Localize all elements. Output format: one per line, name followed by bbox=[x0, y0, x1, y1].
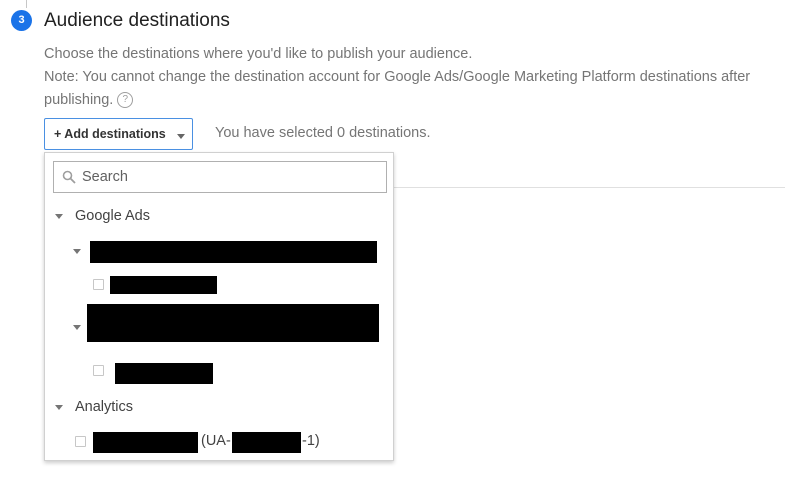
search-icon bbox=[62, 170, 76, 184]
chevron-down-icon bbox=[177, 134, 185, 139]
redacted-destination-name bbox=[115, 363, 213, 384]
destination-checkbox[interactable] bbox=[93, 279, 104, 290]
step-connector-line bbox=[26, 0, 27, 8]
step-number-badge: 3 bbox=[11, 10, 32, 31]
expand-analytics-icon[interactable] bbox=[55, 405, 63, 410]
add-destinations-label: + Add destinations bbox=[54, 127, 166, 141]
analytics-property-checkbox[interactable] bbox=[75, 436, 86, 447]
redacted-account-name bbox=[87, 304, 379, 342]
description-line-2: Note: You cannot change the destination … bbox=[44, 66, 784, 112]
selected-count-text: You have selected 0 destinations. bbox=[215, 125, 431, 141]
description-note: Note: You cannot change the destination … bbox=[44, 69, 751, 108]
property-id-prefix: (UA- bbox=[201, 433, 231, 449]
search-field[interactable] bbox=[53, 161, 387, 193]
group-label-google-ads[interactable]: Google Ads bbox=[75, 208, 150, 224]
group-label-analytics[interactable]: Analytics bbox=[75, 399, 133, 415]
destination-checkbox[interactable] bbox=[93, 365, 104, 376]
section-title: Audience destinations bbox=[44, 10, 230, 31]
add-destinations-button[interactable]: + Add destinations bbox=[44, 118, 193, 150]
redacted-property-id bbox=[232, 432, 301, 453]
section-divider bbox=[394, 187, 785, 188]
description-line-1: Choose the destinations where you'd like… bbox=[44, 46, 473, 62]
search-input[interactable] bbox=[82, 166, 372, 188]
expand-google-ads-icon[interactable] bbox=[55, 214, 63, 219]
redacted-destination-name bbox=[110, 276, 217, 294]
audience-destinations-page: 3 Audience destinations Choose the desti… bbox=[0, 0, 800, 479]
section-description: Choose the destinations where you'd like… bbox=[44, 43, 784, 112]
help-icon[interactable]: ? bbox=[117, 92, 134, 109]
destinations-dropdown: Google Ads Analytics (UA- -1) bbox=[44, 152, 394, 461]
redacted-property-name bbox=[93, 432, 198, 453]
redacted-account-name bbox=[90, 241, 377, 263]
property-id-suffix: -1) bbox=[302, 433, 320, 449]
expand-account-2-icon[interactable] bbox=[73, 325, 81, 330]
expand-account-1-icon[interactable] bbox=[73, 249, 81, 254]
